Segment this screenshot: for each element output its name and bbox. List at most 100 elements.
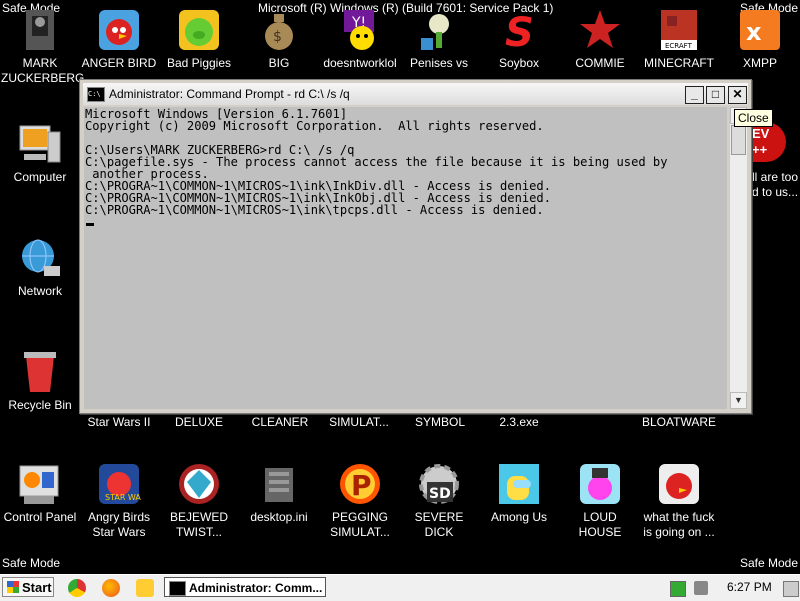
desktop-icon-commie[interactable]: COMMIE	[561, 8, 639, 71]
icon-label: XMPP	[742, 56, 777, 70]
command-prompt-icon: C:\	[87, 87, 105, 102]
desktop-icon-pegging[interactable]: P PEGGING SIMULAT...	[321, 462, 399, 540]
icon-label: Penises vs	[409, 56, 469, 70]
partial-icon-dev[interactable]: EV ++ ll are too d to us...	[752, 122, 800, 200]
xampp-icon: x	[738, 8, 782, 52]
scroll-down-arrow-icon[interactable]: ▼	[730, 392, 747, 409]
money-bag-icon: $	[257, 8, 301, 52]
desktop-icon-penises-vs[interactable]: Penises vs	[400, 8, 478, 71]
desktop-icon-desktop-ini[interactable]: desktop.ini	[240, 462, 318, 525]
close-button[interactable]: ✕	[728, 86, 747, 104]
taskbar-item-command-prompt[interactable]: Administrator: Comm...	[164, 577, 326, 597]
loud-house-icon	[578, 462, 622, 506]
sd-gear-icon: SD	[417, 462, 461, 506]
icon-label: MARK ZUCKERBERG	[1, 56, 85, 85]
user-folder-icon	[18, 8, 62, 52]
minimize-button[interactable]: _	[685, 86, 704, 104]
desktop-icon-angry-birds-star-wars[interactable]: STAR WARS Angry Birds Star Wars	[80, 462, 158, 540]
desktop-icon-severe-dick[interactable]: SD SEVERE DICK	[400, 462, 478, 540]
vertical-scrollbar[interactable]: ▲ ▼	[729, 107, 747, 409]
command-prompt-window[interactable]: C:\ Administrator: Command Prompt - rd C…	[79, 79, 752, 414]
icon-label-cleaner[interactable]: CLEANER	[235, 415, 325, 429]
window-title: Administrator: Command Prompt - rd C:\ /…	[109, 87, 350, 101]
console-line: C:\PROGRA~1\COMMON~1\MICROS~1\ink\tpcps.…	[85, 203, 544, 217]
text-cursor	[86, 223, 94, 226]
icon-label: Recycle Bin	[8, 398, 72, 412]
show-desktop-icon[interactable]	[783, 581, 799, 597]
console-output[interactable]: Microsoft Windows [Version 6.1.7601] Copy…	[84, 107, 727, 409]
icon-label-symbol[interactable]: SYMBOL	[395, 415, 485, 429]
clock[interactable]: 6:27 PM	[727, 580, 772, 594]
icon-label: BIG	[268, 56, 290, 70]
window-title-bar[interactable]: C:\ Administrator: Command Prompt - rd C…	[83, 83, 748, 105]
icon-label: Control Panel	[3, 510, 77, 524]
desktop-icon-anger-bird[interactable]: ANGER BIRD	[80, 8, 158, 71]
chrome-icon[interactable]	[68, 579, 86, 597]
taskbar-item-label: Administrator: Comm...	[189, 581, 323, 595]
desktop-icon-computer[interactable]: Computer	[1, 122, 79, 185]
desktop-icon-minecraft[interactable]: ECRAFT MINECRAFT	[640, 8, 718, 71]
console-line: Copyright (c) 2009 Microsoft Corporation…	[85, 119, 544, 133]
icon-label-star-wars[interactable]: Star Wars II	[74, 415, 164, 429]
svg-text:$: $	[273, 29, 282, 45]
icon-label: Computer	[13, 170, 67, 184]
desktop-icon-doesntworklol[interactable]: Y! doesntworklol	[321, 8, 399, 71]
icon-label: Among Us	[490, 510, 548, 524]
desktop-icon-loud-house[interactable]: LOUD HOUSE	[561, 462, 639, 540]
desktop-icon-soybox[interactable]: S Soybox	[480, 8, 558, 71]
folder-icon[interactable]	[136, 579, 154, 597]
scrollbar-thumb[interactable]	[731, 125, 746, 155]
taskbar: Start Administrator: Comm... 6:27 PM	[0, 574, 800, 601]
desktop-icon-bejewed[interactable]: BEJEWED TWIST...	[160, 462, 238, 540]
icon-label: what the fuck is going on ...	[643, 510, 715, 539]
windows-flag-icon	[7, 581, 19, 593]
icon-label: COMMIE	[575, 56, 625, 70]
dev-cpp-icon: EV ++	[752, 122, 786, 162]
desktop-icon-big[interactable]: $ BIG	[240, 8, 318, 71]
icon-label: doesntworklol	[323, 56, 397, 70]
desktop-icon-bad-piggies[interactable]: Bad Piggies	[160, 8, 238, 71]
desktop-icon-control-panel[interactable]: Control Panel	[1, 462, 79, 525]
firefox-icon[interactable]	[102, 579, 120, 597]
icon-label-exe[interactable]: 2.3.exe	[474, 415, 564, 429]
svg-text:P: P	[351, 469, 372, 502]
svg-text:ECRAFT: ECRAFT	[665, 42, 693, 50]
control-panel-icon	[18, 462, 62, 506]
desktop-icon-mark-zuckerberg[interactable]: MARK ZUCKERBERG	[1, 8, 85, 86]
icon-label: SEVERE DICK	[414, 510, 464, 539]
soybox-s-icon: S	[497, 8, 541, 56]
icon-label: Angry Birds Star Wars	[87, 510, 151, 539]
desktop-icon-xmpp[interactable]: x XMPP	[721, 8, 799, 71]
icon-label: Bad Piggies	[166, 56, 232, 70]
icon-label: ANGER BIRD	[81, 56, 157, 70]
recycle-bin-icon	[18, 350, 62, 394]
peggle-icon: P	[338, 462, 382, 506]
yahoo-messenger-icon: Y!	[338, 8, 382, 52]
console-cursor-line	[85, 216, 726, 228]
safe-mode-label-bottom-left: Safe Mode	[2, 556, 61, 570]
svg-text:SD: SD	[429, 486, 451, 502]
desktop-icon-among-us[interactable]: Among Us	[480, 462, 558, 525]
network-tray-icon[interactable]	[670, 581, 686, 597]
desktop-icon-network[interactable]: Network	[1, 236, 79, 299]
icon-label: ll are too d to us...	[752, 170, 799, 199]
close-tooltip: Close	[734, 109, 773, 127]
desktop-icon-recycle-bin[interactable]: Recycle Bin	[1, 350, 79, 413]
svg-text:x: x	[746, 18, 762, 46]
icon-label-simulat[interactable]: SIMULAT...	[314, 415, 404, 429]
angry-bird-icon	[97, 8, 141, 52]
icon-label: Soybox	[498, 56, 540, 70]
angry-bird-icon	[657, 462, 701, 506]
icon-label-deluxe[interactable]: DELUXE	[154, 415, 244, 429]
icon-label: BEJEWED TWIST...	[169, 510, 228, 539]
icon-label: desktop.ini	[250, 510, 308, 524]
volume-muted-icon[interactable]	[694, 581, 708, 595]
minecraft-icon: ECRAFT	[657, 8, 701, 52]
maximize-button[interactable]: □	[706, 86, 725, 104]
icon-label-bloatware[interactable]: BLOATWARE	[634, 415, 724, 429]
plant-icon	[417, 8, 461, 52]
network-globe-icon	[18, 236, 62, 280]
icon-label: Network	[17, 284, 62, 298]
start-button[interactable]: Start	[2, 577, 54, 597]
desktop-icon-wtf[interactable]: what the fuck is going on ...	[640, 462, 718, 540]
